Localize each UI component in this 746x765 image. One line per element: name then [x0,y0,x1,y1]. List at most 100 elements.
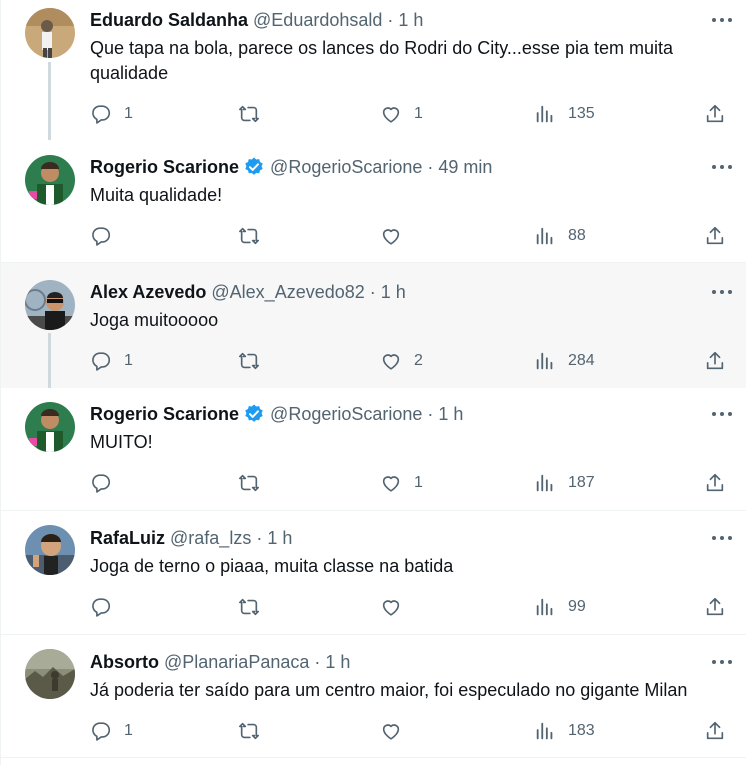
retweet-button[interactable] [238,593,272,621]
more-icon[interactable] [707,155,737,179]
heart-icon [382,476,400,492]
more-icon[interactable] [707,526,737,550]
reply-icon [92,598,111,617]
separator-dot: · [314,651,321,672]
heart-icon [382,354,400,370]
retweet-icon [239,598,259,616]
views-button[interactable]: 99 [534,593,586,621]
more-icon[interactable] [707,402,737,426]
user-handle[interactable]: @rafa_lzs [170,528,251,549]
separator-dot: · [427,403,434,424]
views-count: 183 [568,722,595,739]
like-button[interactable]: 1 [380,100,423,128]
share-button[interactable] [704,222,726,250]
display-name[interactable]: Alex Azevedo [90,282,206,303]
display-name[interactable]: Eduardo Saldanha [90,10,248,31]
like-button[interactable] [380,222,414,250]
timestamp[interactable]: 1 h [325,652,350,673]
retweet-button[interactable] [238,347,272,375]
user-handle[interactable]: @RogerioScarione [270,157,422,178]
share-button[interactable] [704,100,726,128]
views-icon [536,105,553,123]
action-bar: 1 183 [90,717,730,745]
user-handle[interactable]: @RogerioScarione [270,404,422,425]
views-count: 88 [568,227,586,244]
timestamp[interactable]: 49 min [438,157,492,178]
retweet-icon [239,474,259,492]
share-button[interactable] [704,717,726,745]
reply-icon [92,227,111,246]
action-bar: 1 187 [90,469,730,497]
retweet-button[interactable] [238,100,272,128]
more-icon[interactable] [707,280,737,304]
timestamp[interactable]: 1 h [438,404,463,425]
share-button[interactable] [704,469,726,497]
tweet[interactable]: Rogerio Scarione @RogerioScarione · 49 m… [1,140,746,262]
like-button[interactable]: 2 [380,347,423,375]
user-handle[interactable]: @Eduardohsald [253,10,382,31]
share-icon [706,473,724,492]
views-icon [536,352,553,370]
display-name[interactable]: Rogerio Scarione [90,157,239,178]
tweet[interactable]: Eduardo Saldanha @Eduardohsald · 1 h Que… [1,0,746,140]
views-icon [536,474,553,492]
like-button[interactable] [380,717,414,745]
heart-icon [382,107,400,123]
views-button[interactable]: 183 [534,717,595,745]
separator-dot: · [387,9,394,30]
reply-button[interactable]: 1 [90,100,133,128]
timestamp[interactable]: 1 h [398,10,423,31]
retweet-icon [239,352,259,370]
tweet[interactable]: Alex Azevedo @Alex_Azevedo82 · 1 h Joga … [1,263,746,388]
action-bar: 1 2 284 [90,347,730,375]
share-button[interactable] [704,347,726,375]
like-button[interactable]: 1 [380,469,423,497]
heart-icon [382,229,400,245]
reply-icon [92,105,111,124]
user-handle[interactable]: @PlanariaPanaca [164,652,309,673]
tweet-header: Rogerio Scarione @RogerioScarione · 1 h [90,402,463,426]
tweet[interactable]: RafaLuiz @rafa_lzs · 1 h Joga de terno o… [1,511,746,634]
tweet[interactable]: Absorto @PlanariaPanaca · 1 h Já poderia… [1,635,746,757]
share-button[interactable] [704,593,726,621]
like-button[interactable] [380,593,414,621]
avatar[interactable] [25,402,75,452]
share-icon [706,597,724,616]
display-name[interactable]: Absorto [90,652,159,673]
timestamp[interactable]: 1 h [381,282,406,303]
reply-button[interactable] [90,469,124,497]
verified-badge-icon [243,403,265,425]
reply-icon [92,722,111,741]
avatar[interactable] [25,280,75,330]
reply-button[interactable] [90,222,124,250]
more-icon[interactable] [707,650,737,674]
tweet-text: MUITO! [90,432,153,452]
timestamp[interactable]: 1 h [267,528,292,549]
share-icon [706,721,724,740]
user-handle[interactable]: @Alex_Azevedo82 [211,282,364,303]
retweet-button[interactable] [238,717,272,745]
views-button[interactable]: 135 [534,100,595,128]
more-icon[interactable] [707,8,737,32]
reply-button[interactable]: 1 [90,717,133,745]
avatar[interactable] [25,525,75,575]
avatar[interactable] [25,155,75,205]
reply-button[interactable] [90,593,124,621]
reply-button[interactable]: 1 [90,347,133,375]
tweet[interactable]: Rogerio Scarione @RogerioScarione · 1 h … [1,388,746,510]
display-name[interactable]: RafaLuiz [90,528,165,549]
avatar[interactable] [25,649,75,699]
retweet-button[interactable] [238,222,272,250]
tweet-text: Joga de terno o piaaa, muita classe na b… [90,556,454,576]
display-name[interactable]: Rogerio Scarione [90,404,239,425]
like-count: 2 [414,352,423,369]
avatar[interactable] [25,8,75,58]
reply-icon [92,474,111,493]
views-button[interactable]: 187 [534,469,595,497]
retweet-button[interactable] [238,469,272,497]
reply-count: 1 [124,352,133,369]
views-button[interactable]: 284 [534,347,595,375]
views-count: 284 [568,352,595,369]
views-button[interactable]: 88 [534,222,586,250]
views-icon [536,722,553,740]
